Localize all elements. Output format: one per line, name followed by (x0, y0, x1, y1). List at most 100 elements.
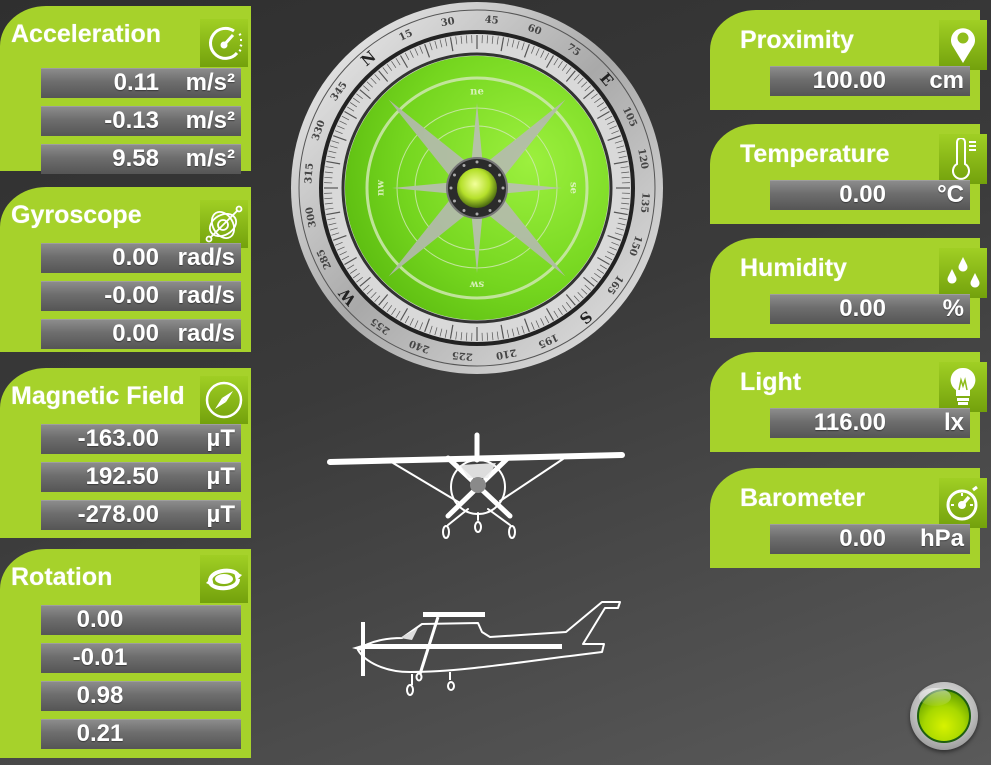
wheel (447, 681, 455, 691)
unit: m/s² (185, 69, 235, 96)
value: 0.00 (76, 606, 124, 633)
light-bulb-icon (939, 362, 987, 412)
value: 0.98 (76, 682, 124, 709)
accel-y-readout: -0.13 m/s² (41, 106, 241, 136)
rotation-z-readout: 0.98 (41, 681, 241, 711)
gyroscope-panel: Gyroscope 0.00 rad/s -0.00 rad/s 0.00 rad/s (0, 187, 251, 352)
value: 0.00 (112, 244, 159, 271)
rose-label: nw (376, 180, 387, 196)
temperature-readout: 0.00 °C (770, 180, 970, 210)
value: 0.11 (113, 69, 159, 96)
rose-label: ne (470, 87, 484, 98)
compass-hub (457, 168, 497, 208)
light-readout: 116.00 lx (770, 408, 970, 438)
horizontal-stabilizer (362, 644, 562, 649)
rotation-x-readout: 0.00 (41, 605, 241, 635)
panel-title: Temperature (740, 140, 890, 168)
wheel (508, 525, 516, 539)
unit: µT (206, 501, 236, 528)
value: -278.00 (77, 501, 159, 528)
panel-title: Light (740, 368, 802, 396)
humidity-panel: Humidity 0.00% (710, 238, 987, 338)
gyroscope-icon (200, 200, 248, 248)
panel-title: Barometer (740, 484, 866, 512)
rotation-panel: Rotation 0.00 -0.01 0.98 0.21 (0, 549, 251, 758)
value: -0.13 (104, 107, 159, 134)
panel-title: Magnetic Field (11, 382, 185, 410)
degree-label: 45 (484, 15, 499, 27)
light-panel: Light 116.00 lx (710, 352, 987, 452)
degree-label: 135 (638, 192, 651, 214)
degree-label: 315 (303, 162, 316, 184)
wheel (406, 684, 414, 696)
value: 0.00 (839, 295, 886, 322)
value: -163.00 (77, 425, 159, 452)
water-drops-icon (939, 248, 987, 298)
stopwatch-gauge-icon (939, 478, 987, 528)
location-pin-icon (939, 20, 987, 70)
power-button-shine (919, 688, 951, 706)
rotation-y-readout: -0.01 (41, 643, 241, 673)
humidity-readout: 0.00% (770, 294, 970, 324)
unit: cm (929, 67, 964, 94)
degree-label: 225 (451, 349, 473, 362)
rose-label: se (568, 182, 579, 194)
unit: m/s² (185, 145, 235, 172)
barometer-panel: Barometer 0.00 hPa (710, 468, 987, 568)
value: -0.00 (104, 282, 159, 309)
magnetic-field-panel: Magnetic Field -163.00 µT 192.50 µT -278.0… (0, 368, 251, 538)
unit: % (942, 295, 964, 322)
speedometer-icon (200, 19, 248, 67)
unit: lx (943, 409, 964, 436)
temperature-panel: Temperature 0.00 °C (710, 124, 987, 224)
unit: °C (937, 181, 964, 208)
airplane-front-view (327, 432, 625, 539)
value: 0.00 (839, 525, 886, 552)
rose-label: sw (469, 279, 484, 290)
gyro-x-readout: 0.00 rad/s (41, 243, 241, 273)
panel-title: Acceleration (11, 20, 162, 48)
compass-icon (200, 376, 248, 424)
panel-title: Rotation (11, 563, 113, 591)
unit: rad/s (177, 320, 235, 347)
value: 192.50 (85, 463, 159, 490)
compass-dial: NESW1530 45607510512013515016519521022524… (291, 2, 663, 374)
unit: hPa (919, 525, 964, 552)
airplane-side-view (352, 601, 621, 696)
accel-x-readout: 0.11 m/s² (41, 68, 241, 98)
value: 116.00 (813, 409, 886, 436)
unit: µT (206, 425, 236, 452)
wheel (442, 525, 450, 539)
power-toggle-button[interactable] (910, 682, 978, 750)
barometer-readout: 0.00 hPa (770, 524, 970, 554)
accel-z-readout: 9.58 m/s² (41, 144, 241, 174)
unit: rad/s (177, 244, 235, 271)
wheel (415, 672, 423, 682)
proximity-readout: 100.00 cm (770, 66, 970, 96)
gyro-z-readout: 0.00 rad/s (41, 319, 241, 349)
wheel (474, 521, 482, 533)
propeller-hub (470, 477, 486, 493)
thermometer-icon (939, 134, 987, 184)
proximity-panel: Proximity 100.00 cm (710, 10, 987, 110)
panel-title: Gyroscope (11, 201, 142, 229)
wing (423, 612, 485, 617)
gyro-y-readout: -0.00 rad/s (41, 281, 241, 311)
panel-title: Humidity (740, 254, 847, 282)
value: 100.00 (812, 67, 886, 94)
mag-y-readout: 192.50 µT (41, 462, 241, 492)
panel-title: Proximity (740, 26, 854, 54)
fuselage (357, 601, 621, 673)
value: -0.01 (72, 644, 128, 671)
acceleration-panel: Acceleration 0.11 m/s² -0.13 m/s² 9.58 m/s² (0, 6, 251, 174)
mag-z-readout: -278.00 µT (41, 500, 241, 530)
unit: rad/s (177, 282, 235, 309)
rotation-w-readout: 0.21 (41, 719, 241, 749)
mag-x-readout: -163.00 µT (41, 424, 241, 454)
unit: µT (206, 463, 236, 490)
value: 0.00 (839, 181, 886, 208)
value: 0.00 (112, 320, 159, 347)
unit: m/s² (185, 107, 235, 134)
value: 9.58 (112, 145, 159, 172)
rotation-icon (200, 555, 248, 603)
